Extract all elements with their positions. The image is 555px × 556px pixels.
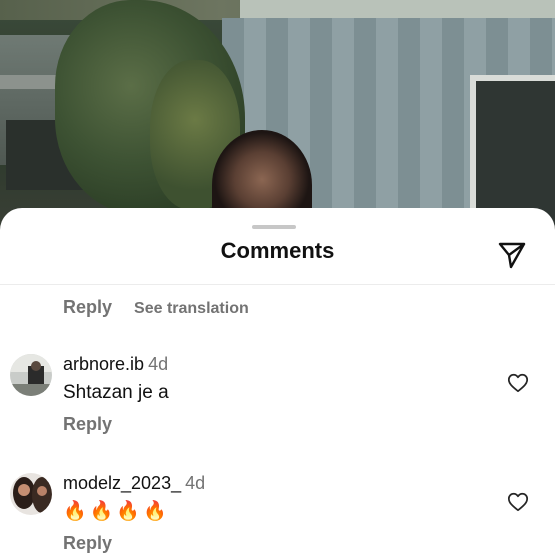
- comment-text: 🔥🔥🔥🔥: [63, 501, 170, 522]
- comment-header: arbnore.ib 4d: [63, 354, 168, 375]
- drag-handle[interactable]: [252, 225, 296, 229]
- comments-sheet: Comments Reply See translation arbnore.i…: [0, 208, 555, 556]
- avatar-image: [10, 473, 52, 515]
- comment-time: 4d: [148, 354, 169, 374]
- background-photo: [0, 0, 555, 230]
- avatar[interactable]: [10, 354, 52, 396]
- comment-item: arbnore.ib 4d Shtazan je a Reply: [0, 350, 555, 440]
- reply-button[interactable]: Reply: [63, 297, 112, 318]
- previous-comment-actions: Reply See translation: [63, 297, 249, 318]
- username[interactable]: modelz_2023_: [63, 473, 181, 493]
- heart-icon[interactable]: [507, 372, 529, 394]
- avatar-image: [10, 354, 52, 396]
- comment-item: modelz_2023_ 4d 🔥🔥🔥🔥 Reply: [0, 469, 555, 556]
- comment-actions: Reply: [63, 414, 112, 435]
- username[interactable]: arbnore.ib: [63, 354, 144, 374]
- comment-time: 4d: [185, 473, 206, 493]
- heart-icon[interactable]: [507, 491, 529, 513]
- bg-door: [470, 75, 555, 225]
- sheet-title: Comments: [220, 238, 335, 263]
- send-icon[interactable]: [497, 240, 527, 270]
- reply-button[interactable]: Reply: [63, 414, 112, 435]
- comment-text: Shtazan je a: [63, 382, 169, 403]
- see-translation-button[interactable]: See translation: [134, 300, 249, 318]
- avatar[interactable]: [10, 473, 52, 515]
- comment-actions: Reply: [63, 533, 112, 554]
- header-divider: [0, 284, 555, 285]
- reply-button[interactable]: Reply: [63, 533, 112, 554]
- comment-header: modelz_2023_ 4d: [63, 473, 205, 494]
